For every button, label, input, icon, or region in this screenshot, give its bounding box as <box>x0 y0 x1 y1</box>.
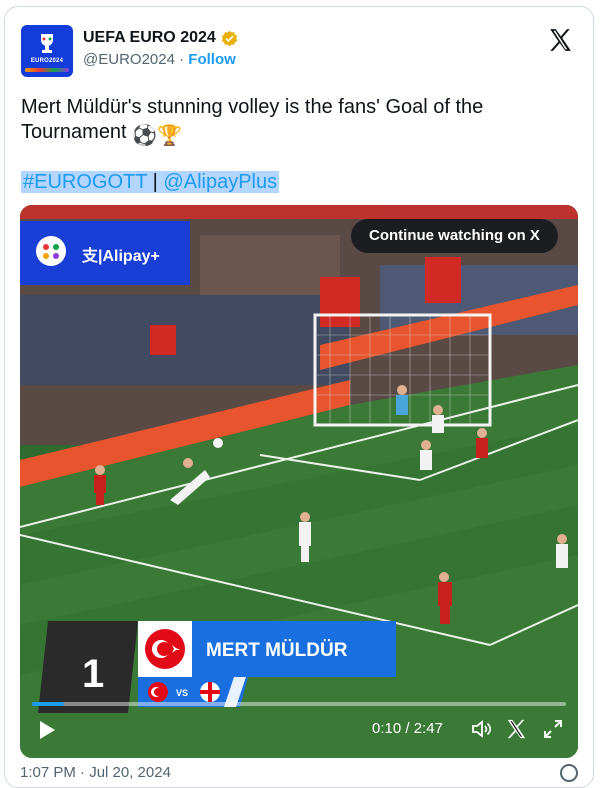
euro-trophy-icon <box>41 34 53 53</box>
volume-icon[interactable] <box>470 718 492 740</box>
fullscreen-icon[interactable] <box>542 718 564 740</box>
x-logo-small-icon[interactable] <box>505 718 527 740</box>
ball <box>213 438 223 448</box>
x-logo-icon[interactable] <box>547 27 573 53</box>
turkey-flag <box>320 277 360 327</box>
avatar-stripe <box>25 68 69 72</box>
info-icon[interactable] <box>560 764 578 782</box>
verified-badge-icon <box>221 30 238 47</box>
time-readout: 0:10 / 2:47 <box>372 720 443 737</box>
sponsor-banner: 支|Alipay+ <box>20 221 190 285</box>
tweet-card: EURO2024 UEFA EURO 2024 @EURO2024 · Foll… <box>4 6 594 788</box>
player <box>432 405 444 433</box>
soccer-ball-icon: ⚽ <box>132 125 158 147</box>
trophy-icon: 🏆 <box>157 125 182 147</box>
scorer-name: MERT MÜLDÜR <box>206 640 348 661</box>
turkey-flag <box>150 325 176 355</box>
avatar-logo-text: EURO2024 <box>30 58 64 64</box>
tweet-text: Mert Müldür's stunning volley is the fan… <box>21 95 561 149</box>
player <box>420 440 432 470</box>
tweet-timestamp[interactable]: 1:07 PM · Jul 20, 2024 <box>20 764 171 781</box>
dot-separator: · <box>179 51 185 68</box>
player <box>396 385 408 415</box>
player <box>556 534 568 568</box>
turkey-flag <box>425 257 461 303</box>
hashtag-link[interactable]: #EUROGOTT <box>23 171 147 193</box>
scorer-number: 1 <box>82 652 104 696</box>
tag-separator: | <box>152 171 158 193</box>
continue-watching-button[interactable]: Continue watching on X <box>351 219 558 253</box>
vs-label: VS <box>176 688 188 698</box>
mention-link[interactable]: @AlipayPlus <box>163 171 277 193</box>
avatar[interactable]: EURO2024 <box>21 25 73 77</box>
video-player[interactable]: 支|Alipay+ Continue watching on X 1 MERT … <box>20 205 578 758</box>
account-name[interactable]: UEFA EURO 2024 <box>83 29 216 47</box>
current-time: 0:10 <box>372 720 402 737</box>
duration: 2:47 <box>413 720 443 737</box>
handle-row: @EURO2024 · Follow <box>83 51 236 68</box>
euro-logo-icon <box>36 236 66 266</box>
tag-line: #EUROGOTT | @AlipayPlus <box>21 169 280 195</box>
progress-fill <box>32 702 65 706</box>
time-separator: / <box>405 720 410 737</box>
alipay-sponsor-text: 支|Alipay+ <box>82 248 160 265</box>
progress-bar[interactable] <box>32 702 566 706</box>
account-handle[interactable]: @EURO2024 <box>83 51 175 68</box>
video-controls: 0:10 / 2:47 <box>20 698 578 758</box>
tweet-body: Mert Müldür's stunning volley is the fan… <box>21 96 484 143</box>
follow-button[interactable]: Follow <box>188 51 236 68</box>
player <box>476 428 488 458</box>
play-icon[interactable] <box>38 720 56 740</box>
